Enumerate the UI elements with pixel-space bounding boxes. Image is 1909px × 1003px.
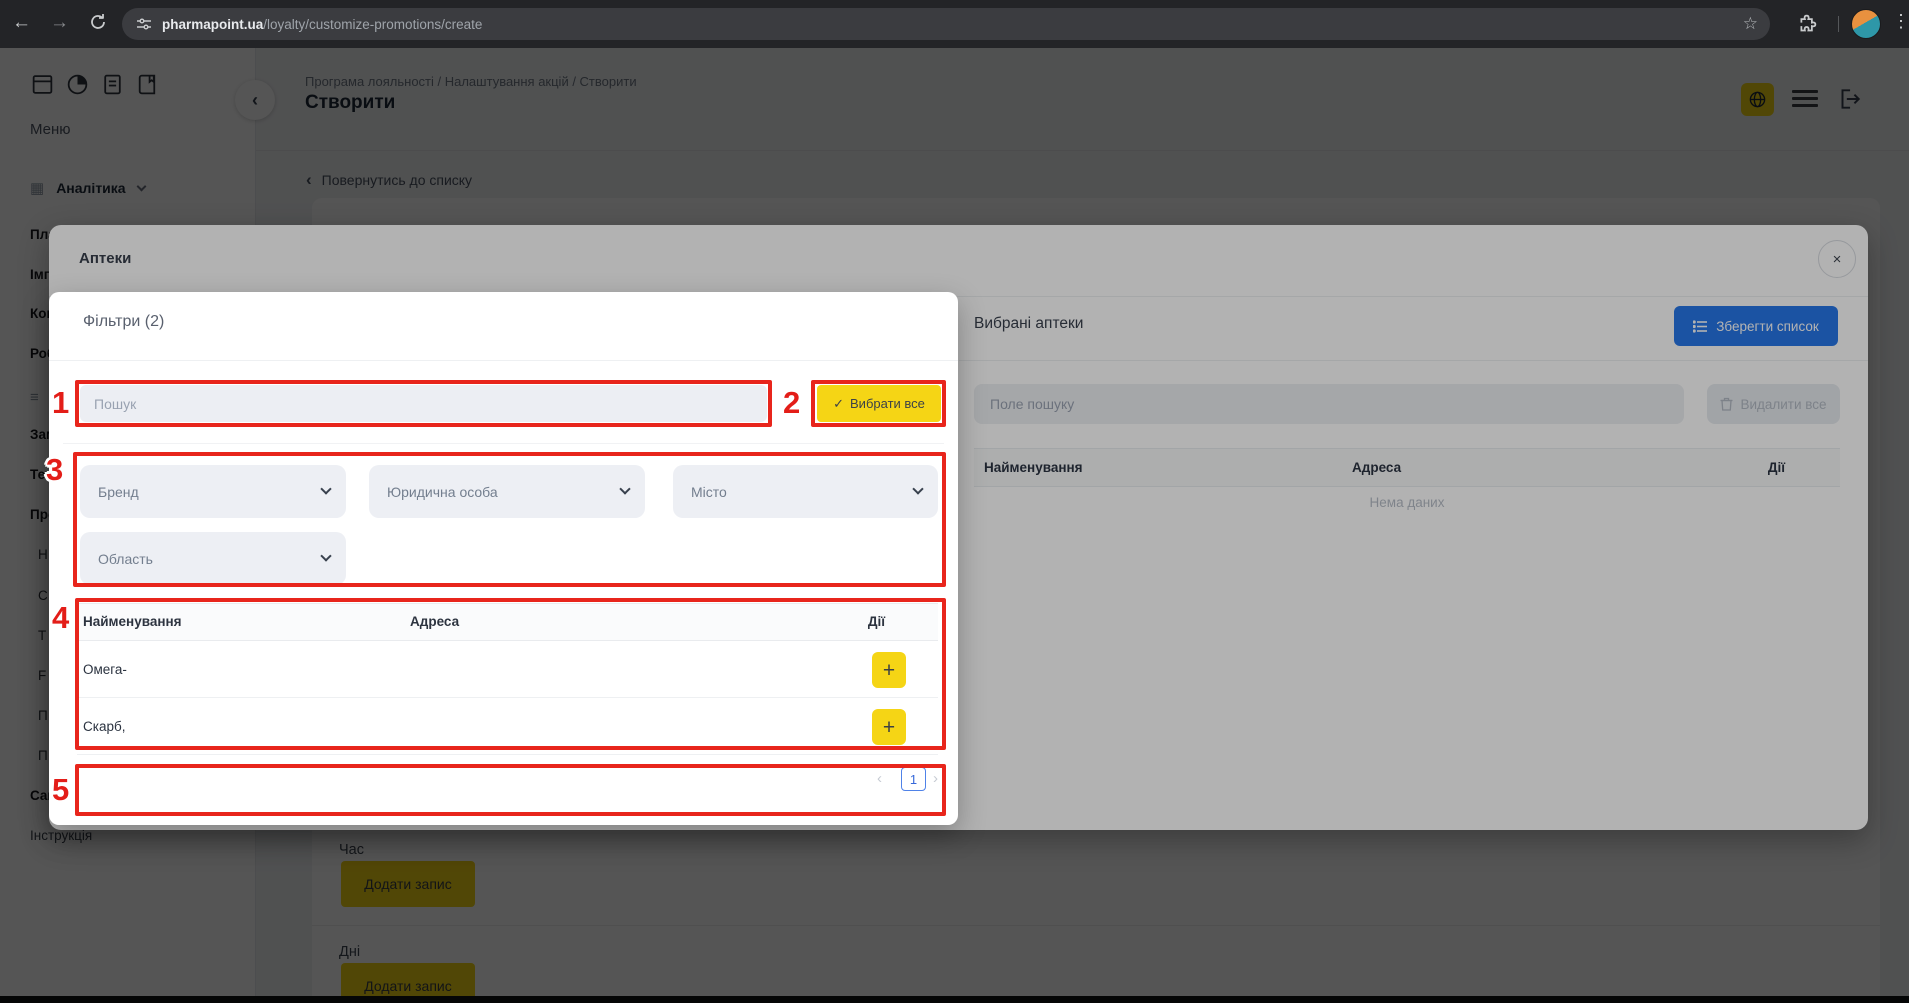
- browser-menu-icon[interactable]: ⋮: [1892, 11, 1909, 32]
- url-text[interactable]: pharmapoint.ua/loyalty/customize-promoti…: [162, 17, 482, 32]
- annotation-box-1: [75, 380, 772, 427]
- search-row-divider: [63, 443, 944, 444]
- toolbar-separator: [1838, 16, 1839, 32]
- annotation-box-5: [75, 764, 946, 816]
- annotation-box-3: [73, 452, 946, 587]
- profile-avatar[interactable]: [1851, 9, 1881, 39]
- filters-divider: [49, 360, 958, 361]
- annotation-number-2: 2: [783, 385, 801, 420]
- annotation-number-4: 4: [52, 600, 70, 635]
- browser-back-icon[interactable]: ←: [12, 10, 31, 36]
- annotation-number-3: 3: [46, 452, 64, 487]
- address-bar[interactable]: pharmapoint.ua/loyalty/customize-promoti…: [122, 8, 1770, 40]
- annotation-number-5: 5: [52, 772, 70, 807]
- url-domain: pharmapoint.ua: [162, 16, 264, 32]
- bookmark-star-icon[interactable]: ☆: [1743, 14, 1758, 34]
- annotation-number-1: 1: [52, 385, 70, 420]
- extensions-puzzle-icon[interactable]: [1797, 13, 1818, 34]
- site-settings-icon[interactable]: [136, 16, 152, 32]
- screen: ← → pharmapoint.ua/loyalty/customize-pro…: [0, 0, 1909, 1003]
- browser-toolbar: ← → pharmapoint.ua/loyalty/customize-pro…: [0, 0, 1909, 48]
- browser-reload-icon[interactable]: [88, 12, 108, 32]
- annotation-box-4: [75, 598, 946, 750]
- browser-forward-icon[interactable]: →: [50, 10, 69, 36]
- filters-title: Фільтри (2): [83, 313, 165, 330]
- annotation-box-2: [811, 380, 946, 427]
- url-path: /loyalty/customize-promotions/create: [263, 16, 483, 32]
